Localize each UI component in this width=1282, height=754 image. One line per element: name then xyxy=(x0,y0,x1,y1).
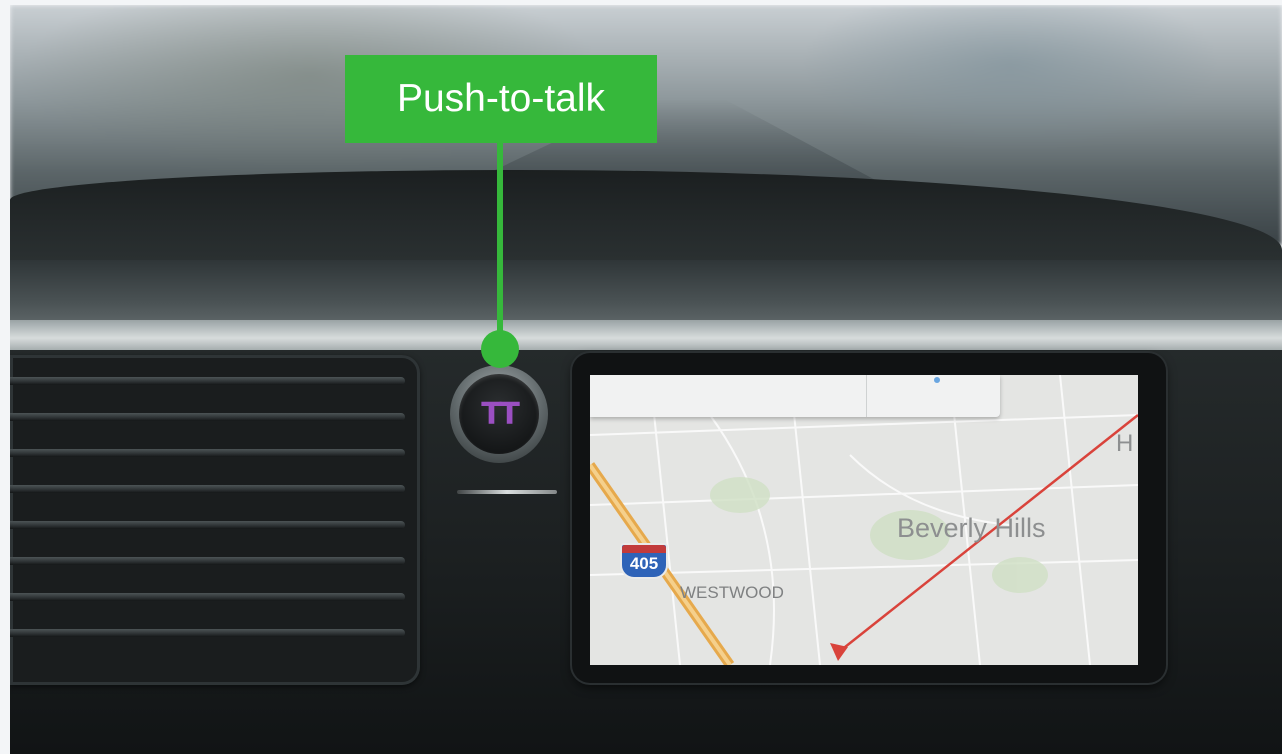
button-light-strip xyxy=(457,490,557,494)
map-canvas xyxy=(590,375,1138,665)
push-to-talk-callout: Push-to-talk xyxy=(345,55,657,143)
vent-slat xyxy=(10,521,405,529)
highway-shield-icon: 405 xyxy=(620,543,668,579)
map-label-westwood: WESTWOOD xyxy=(680,583,784,602)
air-vent xyxy=(10,355,420,685)
vent-slat xyxy=(10,557,405,565)
search-divider xyxy=(866,375,867,417)
callout-label: Push-to-talk xyxy=(396,77,606,120)
vent-slat xyxy=(10,629,405,637)
vent-slat xyxy=(10,413,405,421)
search-card[interactable] xyxy=(590,375,1000,417)
push-to-talk-button[interactable]: TT xyxy=(459,374,539,454)
callout-dot xyxy=(481,330,519,368)
map-label-beverly-hills: Beverly Hills xyxy=(897,513,1046,543)
vent-slat xyxy=(10,593,405,601)
callout-leader-line xyxy=(497,143,503,348)
highway-shield-number: 405 xyxy=(629,554,659,573)
vent-slat xyxy=(10,485,405,493)
map-screen[interactable]: H Beverly Hills WESTWOOD 405 xyxy=(590,375,1138,665)
map-label-edge: H xyxy=(1116,430,1134,457)
dashboard-ridge xyxy=(10,260,1282,320)
vent-slat xyxy=(10,377,405,385)
location-dot-icon xyxy=(934,377,940,383)
talkingtag-logo-icon: TT xyxy=(481,396,520,432)
vent-slat xyxy=(10,449,405,457)
